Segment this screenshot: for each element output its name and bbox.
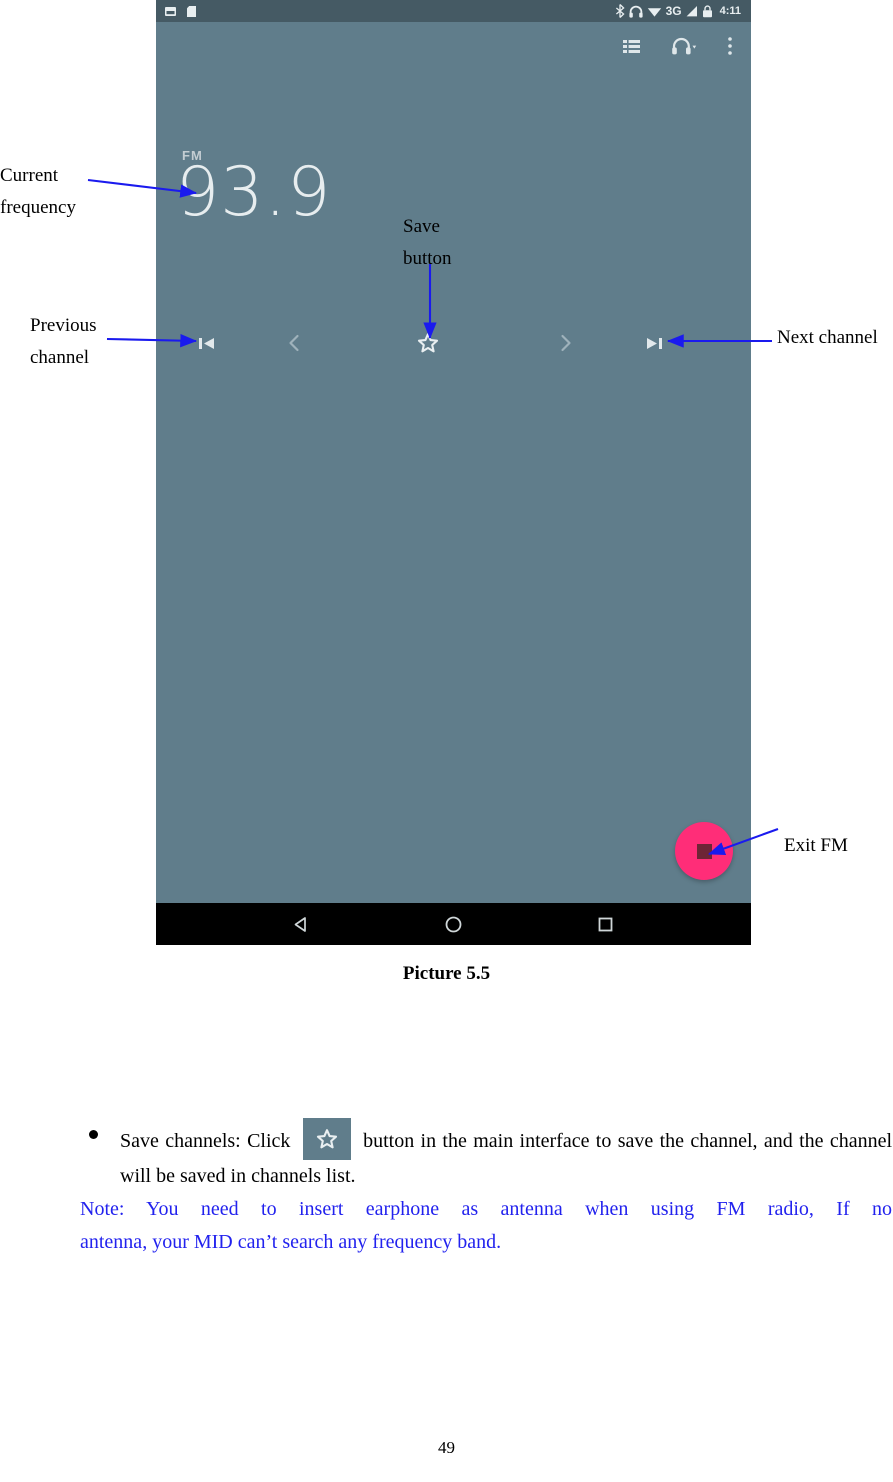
signal-icon <box>686 5 697 16</box>
audio-output-button[interactable] <box>671 37 697 56</box>
network-type-label: 3G <box>665 4 682 18</box>
tune-down-button[interactable] <box>274 326 314 360</box>
headphone-icon <box>672 37 697 54</box>
figure-caption: Picture 5.5 <box>402 963 491 984</box>
annotation-save-button: Save button <box>403 216 452 269</box>
current-frequency-value: 93.9 <box>176 153 332 232</box>
nav-back-button[interactable] <box>279 903 325 945</box>
recents-square-icon <box>598 917 613 931</box>
note-paragraph: Note: You need to insert earphone as ant… <box>80 1193 892 1259</box>
status-bar-clock: 4:11 <box>719 5 741 17</box>
phone-screenshot: 3G 4:11 FM 93.9 <box>156 0 751 945</box>
save-channels-bullet: Save channels: Click button in the main … <box>80 1118 892 1193</box>
stop-square-icon <box>696 843 712 859</box>
overflow-menu-button[interactable] <box>727 36 733 56</box>
wifi-icon <box>647 7 661 17</box>
status-bar-right-icons: 3G 4:11 <box>615 4 741 18</box>
skip-next-icon <box>646 337 662 349</box>
headphone-icon <box>628 5 643 18</box>
chevron-right-icon <box>561 334 571 352</box>
channel-list-button[interactable] <box>622 37 641 56</box>
annotation-current-frequency: Current frequency <box>0 165 76 218</box>
annotation-previous-channel: Previous channel <box>30 315 97 368</box>
status-bar-left-icons <box>164 5 197 18</box>
bullet-point-icon <box>89 1130 98 1139</box>
back-triangle-icon <box>294 916 306 932</box>
annotation-next-channel: Next channel <box>777 327 878 348</box>
nav-home-button[interactable] <box>431 903 477 945</box>
status-bar: 3G 4:11 <box>156 0 751 22</box>
save-channel-button[interactable] <box>408 326 448 360</box>
bullet-text-before: Save channels: Click <box>120 1130 291 1152</box>
bullet-row: Save channels: Click button in the main … <box>80 1118 892 1193</box>
previous-channel-button[interactable] <box>186 326 226 360</box>
star-outline-icon <box>417 333 439 353</box>
note-line-1: Note: You need to insert earphone as ant… <box>80 1198 892 1220</box>
annotation-exit-fm: Exit FM <box>784 835 848 856</box>
playback-controls <box>156 326 751 360</box>
lock-icon <box>702 4 712 17</box>
star-outline-icon <box>316 1129 337 1149</box>
tune-up-button[interactable] <box>546 326 586 360</box>
chevron-left-icon <box>289 334 299 352</box>
bluetooth-icon <box>615 4 625 18</box>
next-channel-button[interactable] <box>634 326 674 360</box>
skip-previous-icon <box>198 337 214 349</box>
list-icon <box>623 39 640 53</box>
home-circle-icon <box>445 916 462 932</box>
app-toolbar <box>622 36 733 56</box>
exit-fm-button[interactable] <box>675 822 733 880</box>
more-vert-icon <box>728 37 732 55</box>
sd-card-icon <box>187 5 196 17</box>
android-navigation-bar <box>156 903 751 945</box>
nav-recents-button[interactable] <box>583 903 629 945</box>
note-line-2: antenna, your MID can’t search any frequ… <box>80 1231 502 1253</box>
page-number: 49 <box>438 1438 455 1457</box>
sim-card-icon <box>165 6 176 16</box>
inline-save-button-icon <box>302 1118 351 1160</box>
